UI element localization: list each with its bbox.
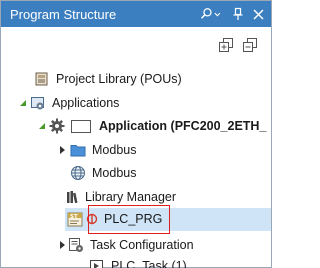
tree-item-label: Application (PFC200_2ETH_ <box>99 119 267 133</box>
collapse-arrow-icon[interactable] <box>18 98 28 108</box>
panel-titlebar: Program Structure <box>1 1 271 27</box>
application-checkbox[interactable] <box>71 119 91 133</box>
program-tree: Project Library (POUs) Applications Appl… <box>1 63 271 268</box>
search-options-button[interactable] <box>199 5 221 23</box>
task-icon <box>89 258 105 268</box>
tree-item-plc-task[interactable]: PLC_Task (1) <box>89 255 187 268</box>
applications-icon <box>30 95 46 111</box>
tree-item-label: Library Manager <box>85 190 177 204</box>
search-icon <box>201 8 212 19</box>
tree-item-project-library[interactable]: Project Library (POUs) <box>34 68 182 90</box>
tree-item-applications[interactable]: Applications <box>30 92 119 114</box>
tree-item-label: Project Library (POUs) <box>56 72 182 86</box>
collapse-arrow-icon[interactable] <box>37 121 47 131</box>
st-program-icon: ST <box>67 211 83 227</box>
panel-title: Program Structure <box>10 7 117 22</box>
program-structure-panel: Program Structure Project Library (POUs)… <box>0 0 272 268</box>
expand-arrow-icon[interactable] <box>57 240 67 250</box>
pin-button[interactable] <box>231 5 245 23</box>
library-book-icon <box>34 71 50 87</box>
task-configuration-icon <box>68 237 84 253</box>
folder-icon <box>70 142 86 158</box>
gear-icon <box>49 118 65 134</box>
svg-text:ST: ST <box>70 214 78 220</box>
tree-item-label: Task Configuration <box>90 238 194 252</box>
collapse-all-icon <box>243 38 257 52</box>
tree-item-label: PLC_Task (1) <box>111 259 187 268</box>
tree-item-task-configuration[interactable]: Task Configuration <box>68 234 194 256</box>
close-icon <box>252 8 264 20</box>
tree-item-modbus-device[interactable]: Modbus <box>70 162 136 184</box>
library-manager-icon <box>65 189 81 205</box>
red-highlight-box <box>88 205 170 234</box>
tree-item-label: Modbus <box>92 166 137 180</box>
pin-icon <box>233 7 243 20</box>
expand-arrow-icon[interactable] <box>57 145 67 155</box>
close-button[interactable] <box>251 5 265 23</box>
tree-item-modbus-folder[interactable]: Modbus <box>70 139 136 161</box>
expand-all-button[interactable] <box>218 37 234 53</box>
tree-item-label: Applications <box>52 96 120 110</box>
tree-item-application[interactable]: Application (PFC200_2ETH_ <box>49 115 266 137</box>
network-globe-icon <box>70 165 86 181</box>
tree-item-label: Modbus <box>92 143 137 157</box>
collapse-all-button[interactable] <box>242 37 258 53</box>
chevron-down-icon <box>214 12 221 17</box>
panel-toolbar <box>1 27 271 61</box>
expand-all-icon <box>219 38 233 52</box>
